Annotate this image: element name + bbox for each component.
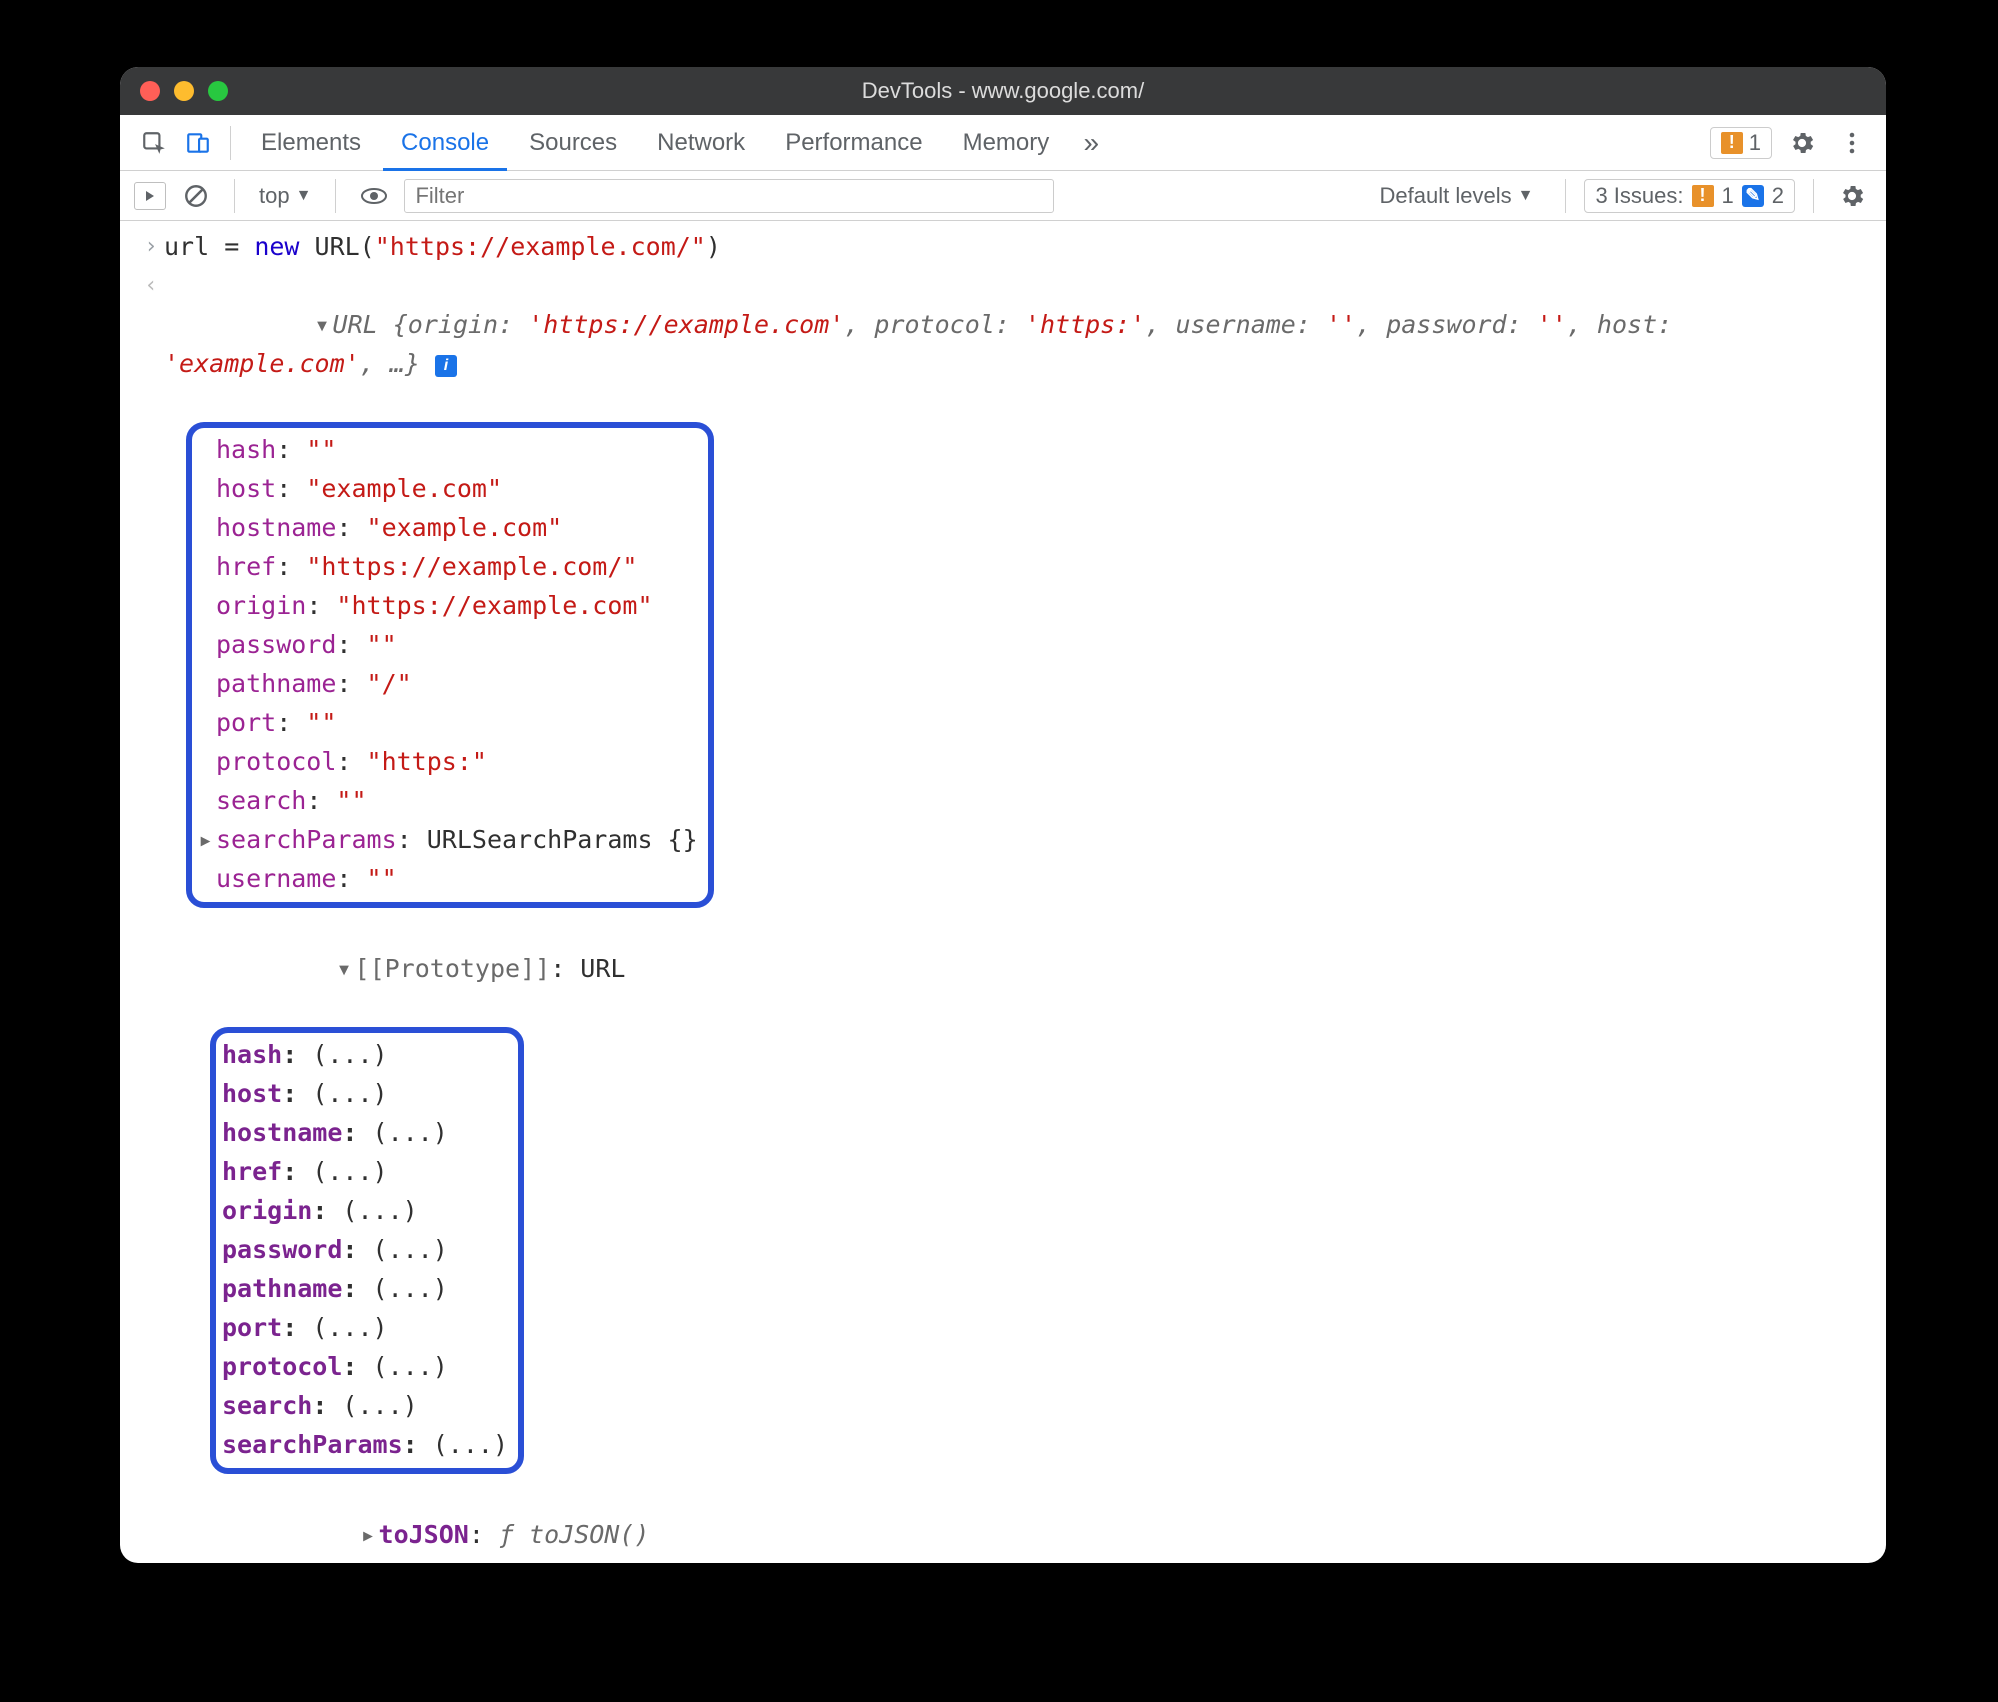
issues-pill[interactable]: 3 Issues: ! 1 ✎ 2	[1584, 179, 1795, 213]
minimize-window-dot[interactable]	[174, 81, 194, 101]
divider	[335, 179, 336, 213]
console-warning-badge[interactable]: ! 1	[1710, 127, 1772, 159]
divider	[1813, 179, 1814, 213]
prototype-getter-row[interactable]: search: (...)	[222, 1386, 508, 1425]
tab-performance[interactable]: Performance	[767, 115, 940, 171]
execution-context-selector[interactable]: top ▼	[253, 183, 317, 209]
console-result-row[interactable]: ‹ ▾URL {origin: 'https://example.com', p…	[138, 266, 1886, 1563]
tab-elements[interactable]: Elements	[243, 115, 379, 171]
property-row[interactable]: hostname: "example.com"	[198, 508, 698, 547]
search-params-row[interactable]: ▸searchParams: URLSearchParams {}	[198, 820, 698, 859]
console-toolbar: top ▼ Default levels ▼ 3 Issues: ! 1 ✎ 2	[120, 171, 1886, 221]
own-properties-list: hash: "" host: "example.com" hostname: "…	[198, 430, 698, 820]
property-row[interactable]: origin: "https://example.com"	[198, 586, 698, 625]
prototype-row[interactable]: ▾[[Prototype]]: URL	[186, 910, 1872, 1027]
expand-triangle-icon[interactable]: ▾	[315, 305, 333, 344]
prompt-icon: ›	[138, 227, 164, 266]
property-row[interactable]: search: ""	[198, 781, 698, 820]
zoom-window-dot[interactable]	[208, 81, 228, 101]
levels-label: Default levels	[1380, 183, 1512, 209]
console-settings-gear-icon[interactable]	[1832, 176, 1872, 216]
titlebar: DevTools - www.google.com/	[120, 67, 1886, 115]
prototype-getter-row[interactable]: href: (...)	[222, 1152, 508, 1191]
property-row[interactable]: username: ""	[198, 859, 698, 898]
kebab-menu-icon[interactable]	[1832, 123, 1872, 163]
warning-icon: !	[1721, 132, 1743, 154]
traffic-lights	[140, 81, 228, 101]
prototype-getter-row[interactable]: origin: (...)	[222, 1191, 508, 1230]
prototype-getter-row[interactable]: hash: (...)	[222, 1035, 508, 1074]
issues-label: 3 Issues:	[1595, 183, 1683, 209]
log-levels-selector[interactable]: Default levels ▼	[1374, 183, 1548, 209]
prototype-getter-row[interactable]: port: (...)	[222, 1308, 508, 1347]
expand-triangle-icon[interactable]: ▾	[337, 949, 355, 988]
divider	[230, 126, 231, 160]
info-badge-icon[interactable]: i	[435, 355, 457, 377]
result-content: ▾URL {origin: 'https://example.com', pro…	[164, 266, 1886, 1563]
prototype-getter-row[interactable]: host: (...)	[222, 1074, 508, 1113]
panel-tabs: Elements Console Sources Network Perform…	[120, 115, 1886, 171]
expand-triangle-icon[interactable]: ▸	[361, 1515, 379, 1554]
console-filter-input[interactable]	[404, 179, 1054, 213]
tab-console[interactable]: Console	[383, 115, 507, 171]
prototype-getters-list: hash: (...)host: (...)hostname: (...)hre…	[222, 1035, 508, 1464]
toolbar-right: ! 1	[1710, 123, 1872, 163]
property-row[interactable]: host: "example.com"	[198, 469, 698, 508]
settings-gear-icon[interactable]	[1782, 123, 1822, 163]
property-row[interactable]: password: ""	[198, 625, 698, 664]
prototype-getter-row[interactable]: searchParams: (...)	[222, 1425, 508, 1464]
prototype-getter-row[interactable]: hostname: (...)	[222, 1113, 508, 1152]
result-icon: ‹	[138, 266, 164, 305]
devtools-window: DevTools - www.google.com/ Elements Cons…	[120, 67, 1886, 1563]
context-label: top	[259, 183, 290, 209]
window-title: DevTools - www.google.com/	[120, 78, 1886, 104]
clear-console-icon[interactable]	[176, 176, 216, 216]
property-row[interactable]: protocol: "https:"	[198, 742, 698, 781]
inspect-element-icon[interactable]	[134, 123, 174, 163]
prototype-getter-row[interactable]: pathname: (...)	[222, 1269, 508, 1308]
chevron-down-icon: ▼	[296, 187, 312, 205]
more-tabs-icon[interactable]: »	[1071, 123, 1111, 163]
live-expression-icon[interactable]	[354, 176, 394, 216]
property-row[interactable]: hash: ""	[198, 430, 698, 469]
tab-network[interactable]: Network	[639, 115, 763, 171]
console-input-row: › url = new URL("https://example.com/")	[138, 227, 1886, 266]
property-row[interactable]: pathname: "/"	[198, 664, 698, 703]
close-window-dot[interactable]	[140, 81, 160, 101]
warning-count: 1	[1749, 130, 1761, 156]
property-row[interactable]: port: ""	[198, 703, 698, 742]
expand-triangle-icon[interactable]: ▸	[198, 820, 216, 859]
console-messages[interactable]: › url = new URL("https://example.com/") …	[120, 221, 1886, 1563]
chevron-down-icon: ▼	[1518, 187, 1534, 205]
tab-sources[interactable]: Sources	[511, 115, 635, 171]
tab-memory[interactable]: Memory	[945, 115, 1068, 171]
toggle-device-icon[interactable]	[178, 123, 218, 163]
console-input-code: url = new URL("https://example.com/")	[164, 227, 1886, 266]
property-row[interactable]: href: "https://example.com/"	[198, 547, 698, 586]
prototype-getter-row[interactable]: password: (...)	[222, 1230, 508, 1269]
divider	[1565, 179, 1566, 213]
issues-warn-count: 1	[1722, 183, 1734, 209]
divider	[234, 179, 235, 213]
prototype-getters-highlight: hash: (...)host: (...)hostname: (...)hre…	[210, 1027, 524, 1474]
show-sidebar-icon[interactable]	[134, 182, 166, 210]
tojson-row[interactable]: ▸toJSON: ƒ toJSON()	[210, 1476, 1872, 1563]
prototype-getter-row[interactable]: protocol: (...)	[222, 1347, 508, 1386]
warning-icon: !	[1692, 185, 1714, 207]
info-icon: ✎	[1742, 185, 1764, 207]
own-properties-highlight: hash: "" host: "example.com" hostname: "…	[186, 422, 714, 908]
issues-info-count: 2	[1772, 183, 1784, 209]
